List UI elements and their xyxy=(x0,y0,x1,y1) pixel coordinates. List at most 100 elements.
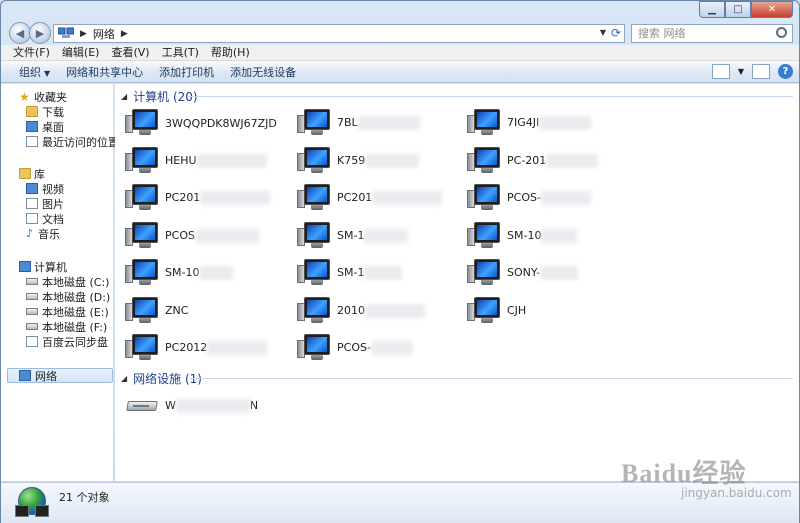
computer-name: PC2012 xyxy=(165,341,208,354)
menu-file[interactable]: 文件(F) xyxy=(7,45,56,60)
computer-label: PC2012 xyxy=(165,341,268,355)
close-button[interactable]: ✕ xyxy=(751,1,793,18)
computer-label: HEHU xyxy=(165,153,267,168)
computer-label: PC-201 xyxy=(507,153,599,168)
computer-label: 3WQQPDK8WJ67ZJD xyxy=(165,117,277,130)
network-device-label: WN xyxy=(165,399,259,413)
document-icon xyxy=(26,213,38,224)
nav-documents-label: 文档 xyxy=(42,212,64,226)
network-center-button[interactable]: 网络和共享中心 xyxy=(60,64,153,80)
computer-icon xyxy=(297,221,331,250)
nav-computer-label: 计算机 xyxy=(34,260,67,274)
computer-item[interactable]: 7IG4JI xyxy=(467,108,637,138)
nav-drive-c[interactable]: 本地磁盘 (C:) xyxy=(1,274,114,289)
recent-places-icon xyxy=(26,136,38,147)
organize-button[interactable]: 组织 ▼ xyxy=(13,64,60,80)
computer-name: CJH xyxy=(507,304,527,317)
chevron-down-icon[interactable]: ▼ xyxy=(600,28,606,37)
computer-item[interactable]: PC-201 xyxy=(467,146,637,176)
computer-name: 2010 xyxy=(337,303,365,317)
video-icon xyxy=(26,183,38,194)
redacted-name xyxy=(546,153,599,168)
computer-label: 2010 xyxy=(337,303,425,318)
nav-downloads[interactable]: 下载 xyxy=(1,104,114,119)
nav-network[interactable]: 网络 xyxy=(7,368,113,383)
nav-computer[interactable]: 计算机 xyxy=(1,259,114,274)
computer-item[interactable]: PC201 xyxy=(125,183,295,213)
computer-item[interactable]: 7BL xyxy=(297,108,467,138)
search-input[interactable]: 搜索 网络 xyxy=(631,24,793,43)
help-icon[interactable]: ? xyxy=(778,64,793,79)
forward-button[interactable]: ▶ xyxy=(29,22,51,44)
computer-icon xyxy=(125,146,159,175)
collapse-triangle-icon[interactable]: ◢ xyxy=(121,374,127,383)
nav-drive-d[interactable]: 本地磁盘 (D:) xyxy=(1,289,114,304)
computer-icon xyxy=(125,184,159,212)
add-wireless-button[interactable]: 添加无线设备 xyxy=(224,64,306,80)
collapse-triangle-icon[interactable]: ◢ xyxy=(121,92,127,101)
computer-icon xyxy=(467,259,501,287)
redacted-name xyxy=(200,191,271,205)
computer-group: 计算机 本地磁盘 (C:) 本地磁盘 (D:) 本地磁盘 (E:) 本地磁盘 (… xyxy=(1,259,114,349)
nav-music[interactable]: ♪ 音乐 xyxy=(1,226,114,241)
menu-tools[interactable]: 工具(T) xyxy=(156,45,205,60)
view-options-icon[interactable] xyxy=(711,64,730,79)
address-bar[interactable]: ▶ 网络 ▶ ▼ ⟳ xyxy=(53,24,625,43)
menu-view[interactable]: 查看(V) xyxy=(105,45,155,60)
nav-drive-e[interactable]: 本地磁盘 (E:) xyxy=(1,304,114,319)
nav-videos[interactable]: 视频 xyxy=(1,181,114,196)
computer-item[interactable]: PCOS xyxy=(125,221,295,251)
window-controls: ▁ □ ✕ xyxy=(699,1,793,18)
computer-item[interactable]: 3WQQPDK8WJ67ZJD xyxy=(125,108,295,138)
menu-edit[interactable]: 编辑(E) xyxy=(56,45,106,60)
chevron-right-icon[interactable]: ▶ xyxy=(80,29,87,39)
nav-favorites[interactable]: ★ 收藏夹 xyxy=(1,89,114,104)
breadcrumb-network[interactable]: 网络 xyxy=(93,26,115,42)
computer-label: 7BL xyxy=(337,116,420,130)
computer-label: PC201 xyxy=(165,191,271,205)
add-printer-button[interactable]: 添加打印机 xyxy=(153,64,224,80)
title-bar: ▁ □ ✕ ◀ ▶ ▶ 网络 ▶ ▼ ⟳ 搜索 网络 xyxy=(1,1,799,45)
nav-libraries[interactable]: 库 xyxy=(1,166,114,181)
computer-item[interactable]: K759 xyxy=(297,146,467,176)
preview-pane-icon[interactable] xyxy=(752,64,770,79)
computer-name: PC201 xyxy=(337,191,373,204)
chevron-right-icon[interactable]: ▶ xyxy=(121,29,128,39)
nav-pictures[interactable]: 图片 xyxy=(1,196,114,211)
computer-name: SONY- xyxy=(507,266,541,279)
minimize-button[interactable]: ▁ xyxy=(699,1,725,18)
computer-icon xyxy=(297,109,331,137)
menu-help[interactable]: 帮助(H) xyxy=(205,45,256,60)
chevron-down-icon[interactable]: ▼ xyxy=(738,67,744,76)
computer-item[interactable]: SM-10 xyxy=(125,258,295,288)
computer-item[interactable]: 2010 xyxy=(297,296,467,326)
maximize-button[interactable]: □ xyxy=(725,1,751,18)
redacted-name xyxy=(541,228,578,243)
nav-recent[interactable]: 最近访问的位置 xyxy=(1,134,119,149)
computer-name: K759 xyxy=(337,153,366,167)
redacted-name xyxy=(370,341,413,355)
computer-item[interactable]: SM-1 xyxy=(297,258,467,288)
computer-item[interactable]: SONY- xyxy=(467,258,637,288)
search-icon[interactable] xyxy=(776,27,787,38)
computer-item[interactable]: SM-1 xyxy=(297,221,467,251)
refresh-icon[interactable]: ⟳ xyxy=(611,26,621,40)
computer-item[interactable]: CJH xyxy=(467,296,637,326)
network-device-item[interactable]: WN xyxy=(125,391,295,421)
computer-label: K759 xyxy=(337,153,420,168)
computer-item[interactable]: PC201 xyxy=(297,183,467,213)
computer-icon xyxy=(297,296,331,325)
back-button[interactable]: ◀ xyxy=(9,22,31,44)
computer-item[interactable]: PC2012 xyxy=(125,333,295,363)
computer-item[interactable]: PCOS- xyxy=(297,333,467,363)
nav-desktop[interactable]: 桌面 xyxy=(1,119,114,134)
computer-item[interactable]: ZNC xyxy=(125,296,295,326)
computer-icon xyxy=(125,221,159,250)
computer-label: SM-10 xyxy=(507,228,578,243)
nav-baidu-sync[interactable]: 百度云同步盘 xyxy=(1,334,114,349)
nav-documents[interactable]: 文档 xyxy=(1,211,114,226)
computer-item[interactable]: SM-10 xyxy=(467,221,637,251)
computer-item[interactable]: HEHU xyxy=(125,146,295,176)
computer-item[interactable]: PCOS- xyxy=(467,183,637,213)
nav-drive-f[interactable]: 本地磁盘 (F:) xyxy=(1,319,114,334)
